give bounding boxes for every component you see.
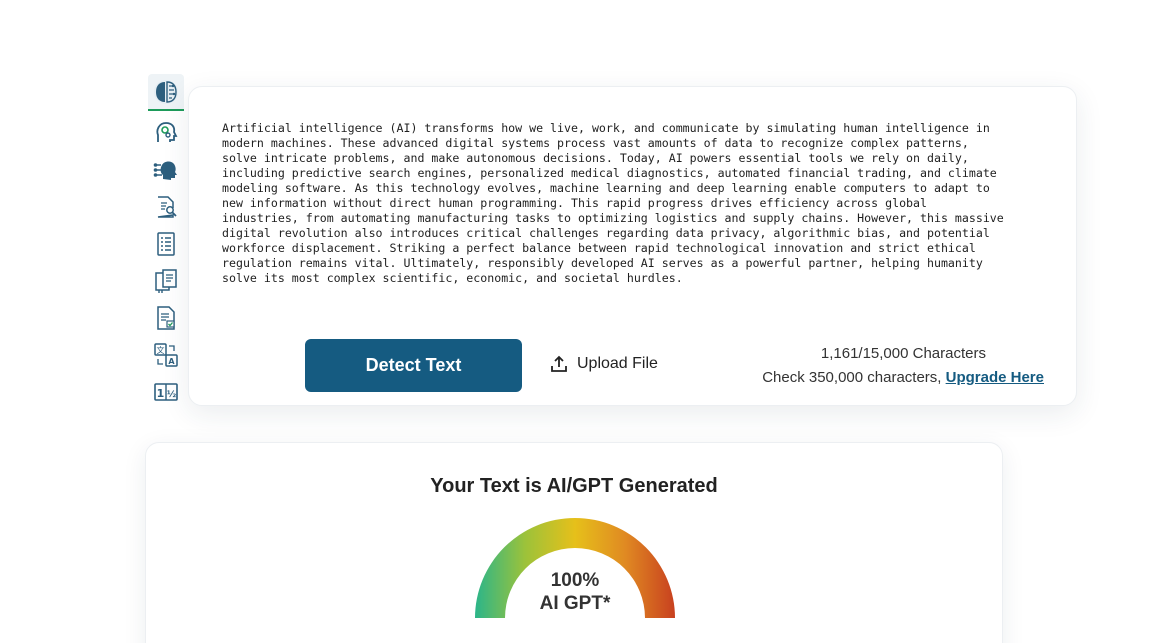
- upload-file-label: Upload File: [577, 355, 658, 372]
- character-count: 1,161/15,000 Characters: [820, 345, 986, 362]
- document-stack-icon: [155, 268, 177, 293]
- upgrade-prefix: Check 350,000 characters,: [762, 369, 946, 386]
- sidebar-item-summarizer[interactable]: [148, 225, 184, 262]
- sidebar-item-translator[interactable]: 文 A: [148, 336, 184, 373]
- tool-sidebar: 文 A 1 ½: [148, 74, 184, 410]
- ai-percentage: 100%: [550, 570, 600, 591]
- character-info: 1,161/15,000 Characters Check 350,000 ch…: [714, 342, 1044, 390]
- ai-label: AI GPT*: [539, 593, 611, 614]
- svg-text:A: A: [168, 357, 175, 366]
- result-card: Your Text is AI/GPT Generated 100% AI GP…: [145, 442, 1003, 643]
- sidebar-item-humanizer[interactable]: [148, 114, 184, 151]
- number-grid-icon: 1 ½: [154, 382, 178, 401]
- detect-text-button[interactable]: Detect Text: [305, 339, 522, 392]
- text-input-area[interactable]: Artificial intelligence (AI) transforms …: [222, 121, 1048, 321]
- upload-file-button[interactable]: Upload File: [549, 352, 658, 376]
- sidebar-item-grammar-check[interactable]: [148, 299, 184, 336]
- sidebar-item-ai-detector[interactable]: [148, 74, 184, 111]
- page: 文 A 1 ½ Artificial intelligence (AI) tra…: [0, 0, 1166, 643]
- upgrade-prompt: Check 350,000 characters, Upgrade Here: [762, 369, 1044, 386]
- document-list-icon: [157, 231, 175, 256]
- sidebar-item-paraphraser[interactable]: [148, 262, 184, 299]
- ai-head-circuit-icon: [153, 160, 177, 180]
- svg-text:1: 1: [157, 387, 165, 400]
- upload-icon: [551, 355, 567, 372]
- text-input-card: Artificial intelligence (AI) transforms …: [188, 86, 1077, 406]
- document-search-icon: [157, 195, 177, 218]
- gauge-value: 100% AI GPT*: [146, 569, 1004, 615]
- brain-chip-icon: [154, 79, 178, 104]
- sidebar-item-plagiarism[interactable]: [148, 188, 184, 225]
- document-check-icon: [157, 305, 175, 330]
- svg-text:文: 文: [157, 345, 165, 355]
- sidebar-item-ai-head[interactable]: [148, 151, 184, 188]
- upgrade-link[interactable]: Upgrade Here: [946, 369, 1044, 386]
- sidebar-item-word-counter[interactable]: 1 ½: [148, 373, 184, 410]
- head-gears-icon: [156, 121, 178, 142]
- result-title: Your Text is AI/GPT Generated: [430, 475, 718, 497]
- translate-icon: 文 A: [154, 342, 178, 367]
- svg-text:½: ½: [167, 389, 176, 400]
